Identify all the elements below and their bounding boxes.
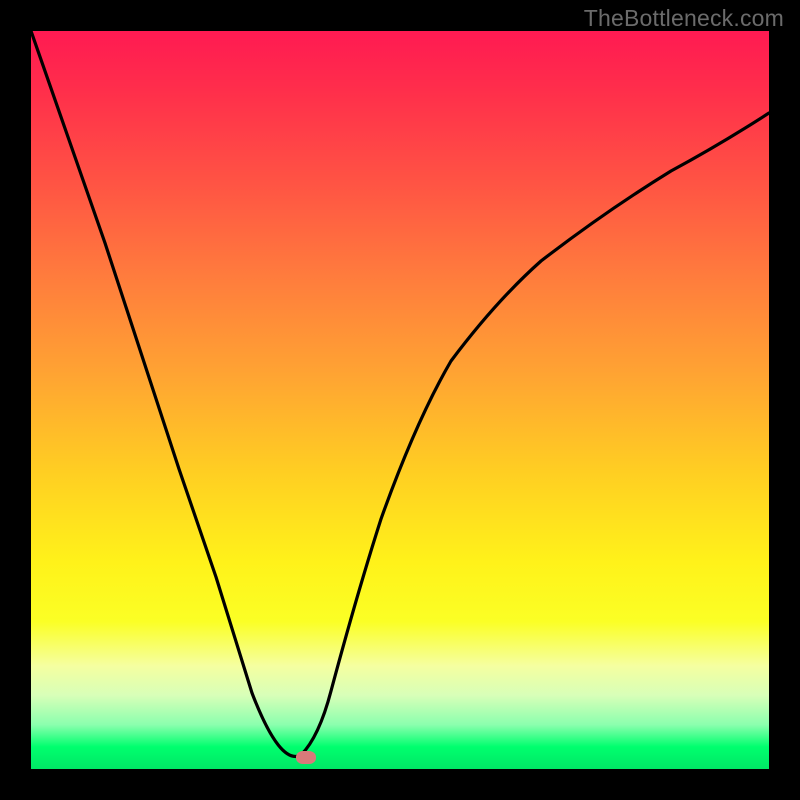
watermark-label: TheBottleneck.com	[584, 5, 784, 32]
curve-svg	[31, 31, 769, 769]
plot-frame	[0, 0, 800, 800]
bottleneck-curve	[31, 31, 769, 756]
plot-area	[31, 31, 769, 769]
chart-container: TheBottleneck.com	[0, 0, 800, 800]
optimal-marker	[296, 751, 316, 764]
